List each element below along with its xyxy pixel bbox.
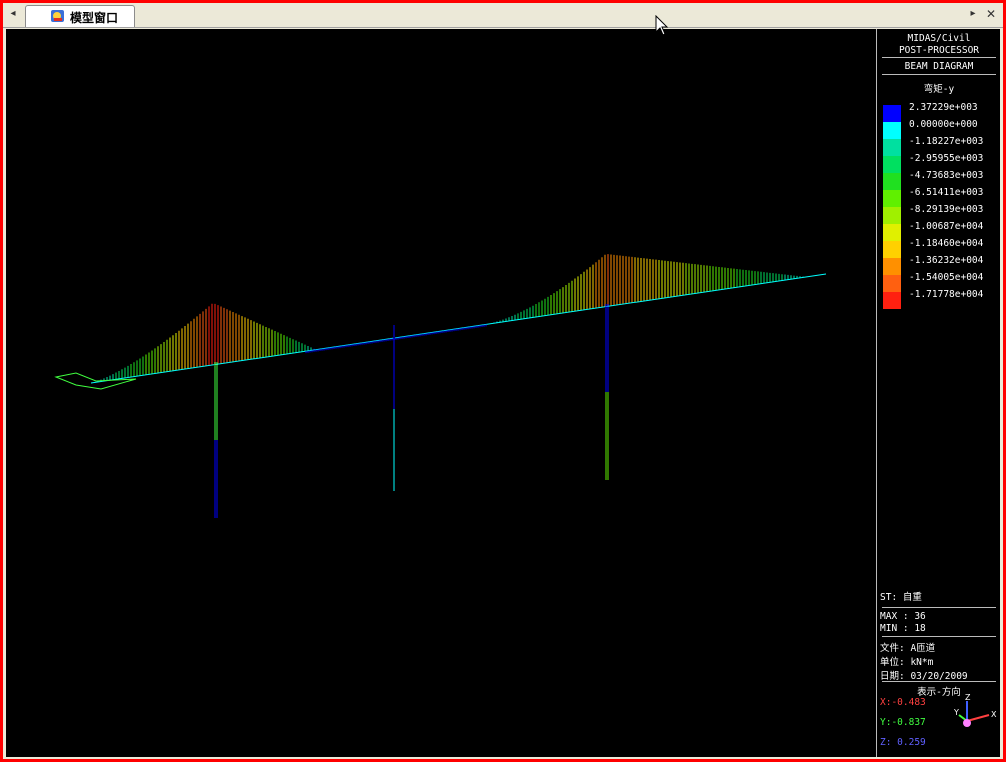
legend-value: -2.95955e+003 — [909, 153, 984, 164]
diagram-type: BEAM DIAGRAM — [904, 61, 974, 72]
legend-swatch — [883, 190, 901, 207]
legend-value: -8.29139e+003 — [909, 204, 984, 215]
legend-swatch — [883, 241, 901, 258]
tab-scroll-left-button[interactable]: ◂ — [6, 7, 20, 21]
beam-diagram-canvas[interactable] — [6, 29, 876, 757]
legend-swatch — [883, 207, 901, 224]
axis-x-label: X — [991, 710, 997, 719]
model-window-icon — [51, 10, 64, 22]
legend-swatch — [883, 156, 901, 173]
axis-triad-icon: Z X Y — [953, 693, 997, 727]
processor-name: POST-PROCESSOR — [898, 45, 980, 56]
divider — [882, 681, 996, 682]
legend-swatch — [883, 139, 901, 156]
legend-value: -1.36232e+004 — [909, 255, 984, 266]
beam-diagram — [54, 254, 827, 518]
result-component: 弯矩-y — [923, 84, 955, 95]
legend-value: -1.18227e+003 — [909, 136, 984, 147]
model-viewport[interactable]: MIDAS/Civil POST-PROCESSOR BEAM DIAGRAM … — [6, 29, 1000, 757]
legend-value: -1.18460e+004 — [909, 238, 984, 249]
legend-swatch — [883, 258, 901, 275]
view-x: X:-0.483 — [880, 697, 926, 708]
file-name: 文件: A匝道 — [880, 643, 936, 654]
program-name: MIDAS/Civil — [907, 33, 971, 44]
divider — [882, 74, 996, 75]
axis-y-label: Y — [953, 708, 959, 717]
legend-swatch — [883, 292, 901, 309]
view-y: Y:-0.837 — [880, 717, 926, 728]
legend-swatch — [883, 173, 901, 190]
legend-value: -1.00687e+004 — [909, 221, 984, 232]
close-icon[interactable]: ✕ — [984, 7, 998, 21]
date: 日期: 03/20/2009 — [880, 671, 968, 682]
divider — [882, 57, 996, 58]
legend-value: -6.51411e+003 — [909, 187, 984, 198]
max-node: MAX : 36 — [880, 611, 926, 622]
tab-bar: ◂ 模型窗口 ▸ ✕ — [3, 3, 1003, 28]
legend-swatch — [883, 275, 901, 292]
axis-z-label: Z — [965, 693, 971, 702]
legend-swatch — [883, 122, 901, 139]
view-z: Z: 0.259 — [880, 737, 926, 748]
legend-value: 2.37229e+003 — [909, 102, 978, 113]
legend-panel: MIDAS/Civil POST-PROCESSOR BEAM DIAGRAM … — [876, 29, 1001, 757]
legend-value: -1.54005e+004 — [909, 272, 984, 283]
tab-scroll-right-button[interactable]: ▸ — [966, 7, 980, 21]
min-node: MIN : 18 — [880, 623, 926, 634]
legend-value: -4.73683e+003 — [909, 170, 984, 181]
legend-swatch — [883, 224, 901, 241]
legend-value: 0.00000e+000 — [909, 119, 978, 130]
tab-label: 模型窗口 — [70, 11, 119, 25]
legend-value: -1.71778e+004 — [909, 289, 984, 300]
unit: 单位: kN*m — [880, 657, 934, 668]
load-case: ST: 自重 — [880, 592, 922, 603]
divider — [882, 607, 996, 608]
mouse-cursor-icon — [655, 15, 669, 36]
model-window: ◂ 模型窗口 ▸ ✕ MIDAS/Civil POST-PROCESSOR BE… — [0, 0, 1006, 762]
divider — [882, 636, 996, 637]
legend-swatch — [883, 105, 901, 122]
tab-model-window[interactable]: 模型窗口 — [25, 5, 135, 27]
